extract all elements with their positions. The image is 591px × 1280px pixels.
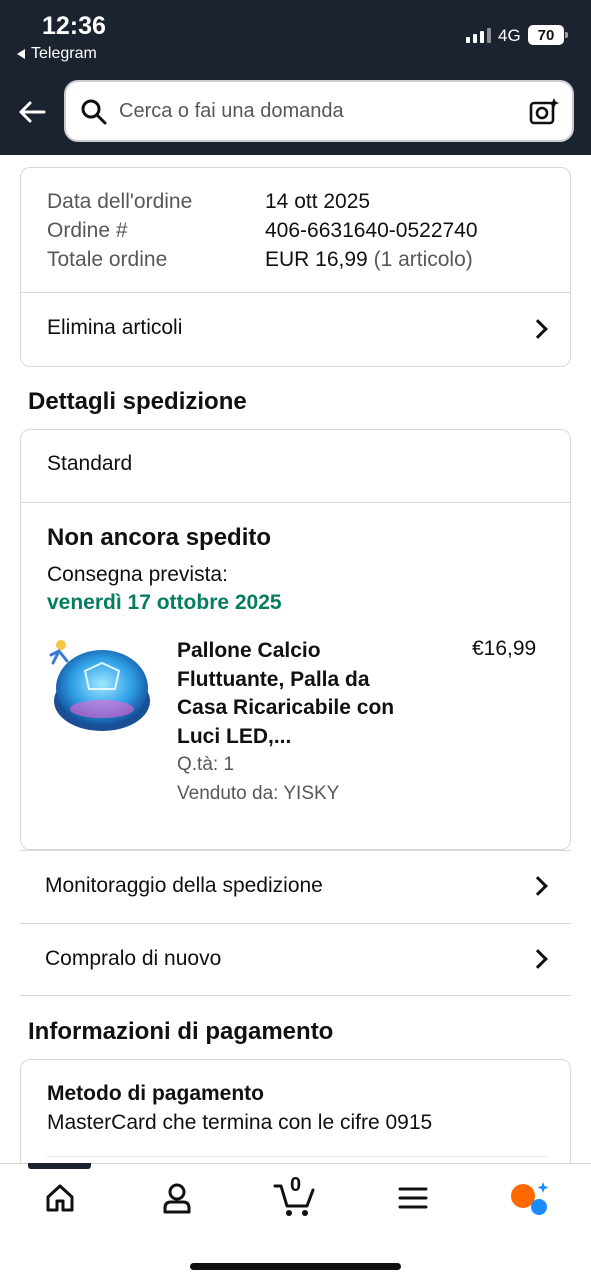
- card-divider: [47, 1156, 547, 1157]
- home-indicator: [190, 1263, 401, 1270]
- active-tab-indicator: [28, 1163, 91, 1169]
- back-to-app-link[interactable]: Telegram: [17, 45, 97, 63]
- chevron-right-icon: [528, 949, 548, 969]
- order-total: EUR 16,99 (1 articolo): [265, 248, 473, 272]
- app-header: 12:36 Telegram 4G 70 Cerca o fai una dom…: [0, 0, 591, 155]
- shipping-status: Non ancora spedito: [47, 524, 272, 551]
- battery-icon: 70: [528, 25, 568, 45]
- product-title[interactable]: Pallone Calcio Fluttuante, Palla da Casa…: [177, 637, 394, 751]
- order-date-value: 14 ott 2025: [265, 190, 371, 213]
- home-icon[interactable]: [44, 1182, 76, 1214]
- chevron-right-icon: [528, 319, 548, 339]
- tracking-label: Monitoraggio della spedizione: [45, 874, 323, 897]
- order-number-value: 406-6631640-0522740: [265, 219, 478, 242]
- payment-method-title: Metodo di pagamento: [47, 1082, 264, 1105]
- product-quantity: Q.tà: 1: [177, 754, 235, 775]
- search-input[interactable]: Cerca o fai una domanda: [119, 100, 344, 123]
- payment-section-title: Informazioni di pagamento: [28, 1018, 334, 1045]
- shipping-card: Standard Non ancora spedito Consegna pre…: [20, 429, 571, 850]
- search-icon: [81, 99, 107, 125]
- product-title-line: Luci LED,...: [177, 724, 292, 748]
- delete-items-row[interactable]: Elimina articoli: [21, 293, 570, 367]
- rufus-assistant-icon[interactable]: [509, 1180, 551, 1216]
- back-triangle-icon: [17, 49, 25, 59]
- product-seller: Venduto da: YISKY: [177, 783, 340, 804]
- shipping-section-title: Dettagli spedizione: [28, 388, 247, 415]
- search-bar[interactable]: Cerca o fai una domanda: [64, 80, 574, 142]
- card-divider: [21, 502, 570, 503]
- network-type: 4G: [498, 26, 521, 45]
- delivery-label: Consegna prevista:: [47, 563, 228, 586]
- order-item-count: (1 articolo): [373, 248, 473, 271]
- menu-icon[interactable]: [398, 1182, 428, 1214]
- back-arrow-icon[interactable]: [16, 96, 48, 128]
- tracking-row[interactable]: Monitoraggio della spedizione: [20, 850, 571, 923]
- shipping-method: Standard: [47, 452, 133, 475]
- buy-again-label: Compralo di nuovo: [45, 947, 222, 970]
- delete-items-label: Elimina articoli: [47, 316, 183, 339]
- order-total-label: Totale ordine: [47, 248, 168, 271]
- back-app-label: Telegram: [31, 45, 97, 62]
- status-time: 12:36: [42, 12, 106, 40]
- delivery-date: venerdì 17 ottobre 2025: [47, 591, 282, 614]
- product-title-line: Pallone Calcio: [177, 639, 321, 662]
- signal-icon: [466, 27, 491, 43]
- product-title-line: Fluttuante, Palla da: [177, 667, 370, 691]
- bottom-nav: 0: [0, 1163, 591, 1280]
- payment-method-value: MasterCard che termina con le cifre 0915: [47, 1111, 433, 1134]
- account-icon[interactable]: [161, 1182, 193, 1214]
- camera-search-icon[interactable]: [528, 96, 560, 128]
- order-date-label: Data dell'ordine: [47, 190, 193, 213]
- cart-count: 0: [290, 1174, 302, 1196]
- order-total-value: EUR 16,99: [265, 248, 368, 271]
- product-title-line: Casa Ricaricabile con: [177, 696, 395, 719]
- chevron-right-icon: [528, 876, 548, 896]
- buy-again-row[interactable]: Compralo di nuovo: [20, 923, 571, 996]
- product-price: €16,99: [472, 637, 537, 660]
- order-summary-card: Data dell'ordine 14 ott 2025 Ordine # 40…: [20, 167, 571, 367]
- product-image[interactable]: [45, 633, 155, 743]
- cart-button[interactable]: 0: [273, 1174, 317, 1218]
- order-number-label: Ordine #: [47, 219, 128, 242]
